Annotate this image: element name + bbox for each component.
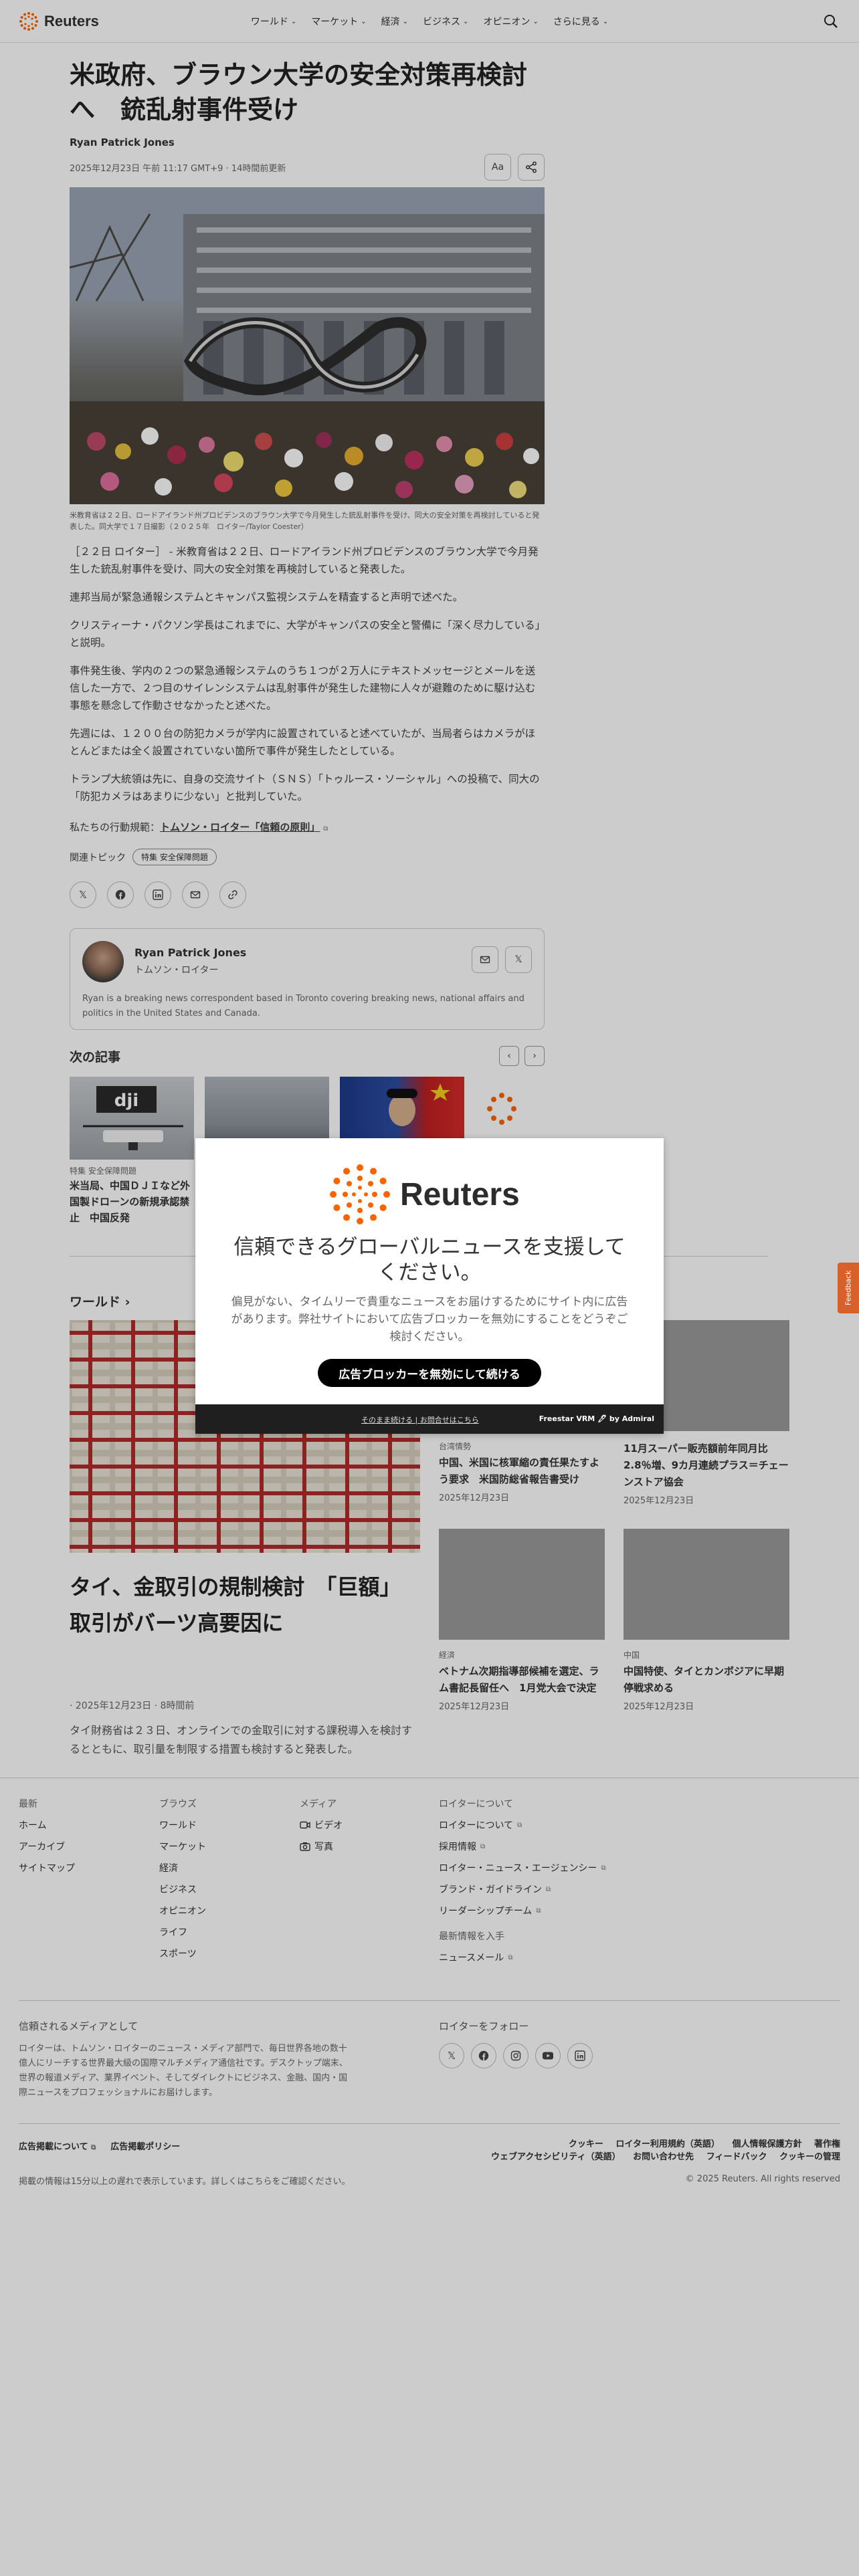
modal-powered-by: Freestar VRM 🖊 by Admiral bbox=[539, 1414, 654, 1423]
modal-logo: Reuters bbox=[329, 1164, 520, 1225]
modal-brand-name: Reuters bbox=[400, 1176, 520, 1212]
modal-message: 偏見がない、タイムリーで貴重なニュースをお届けするためにサイト内に広告があります… bbox=[231, 1295, 628, 1344]
modal-footer-bar: そのまま続ける | お問合せはこちら Freestar VRM 🖊 by Adm… bbox=[195, 1404, 664, 1434]
modal-links: そのまま続ける | お問合せはこちら bbox=[361, 1416, 479, 1424]
disable-adblocker-button[interactable]: 広告ブロッカーを無効にして続ける bbox=[318, 1359, 541, 1387]
modal-heading: 信頼できるグローバルニュースを支援してください。 bbox=[233, 1235, 626, 1285]
feedback-tab[interactable]: Feedback bbox=[838, 1263, 859, 1313]
continue-anyway-link[interactable]: そのまま続ける bbox=[361, 1416, 413, 1424]
reuters-logo-icon bbox=[330, 1164, 390, 1224]
adblock-modal: Reuters 信頼できるグローバルニュースを支援してください。 偏見がない、タ… bbox=[195, 1138, 664, 1434]
contact-link[interactable]: お問合せはこちら bbox=[420, 1416, 479, 1424]
